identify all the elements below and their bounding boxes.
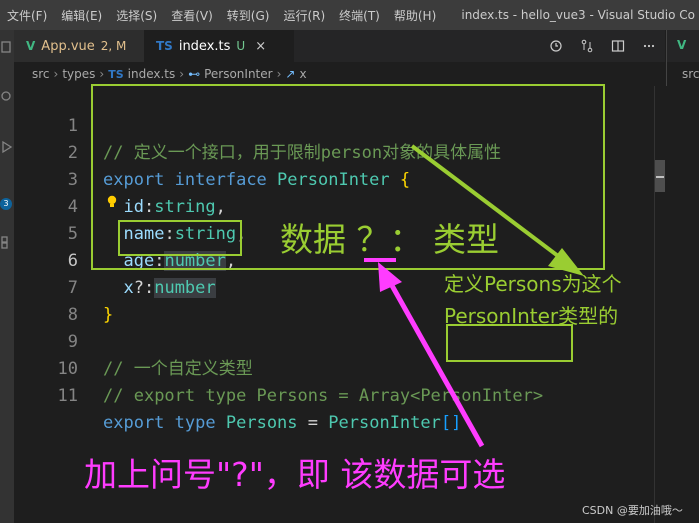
pink-arrow-icon (378, 262, 485, 448)
green-arrow-icon (410, 144, 584, 276)
watermark: CSDN @要加油哦～ (582, 504, 683, 517)
annotation-arrows (378, 144, 584, 448)
